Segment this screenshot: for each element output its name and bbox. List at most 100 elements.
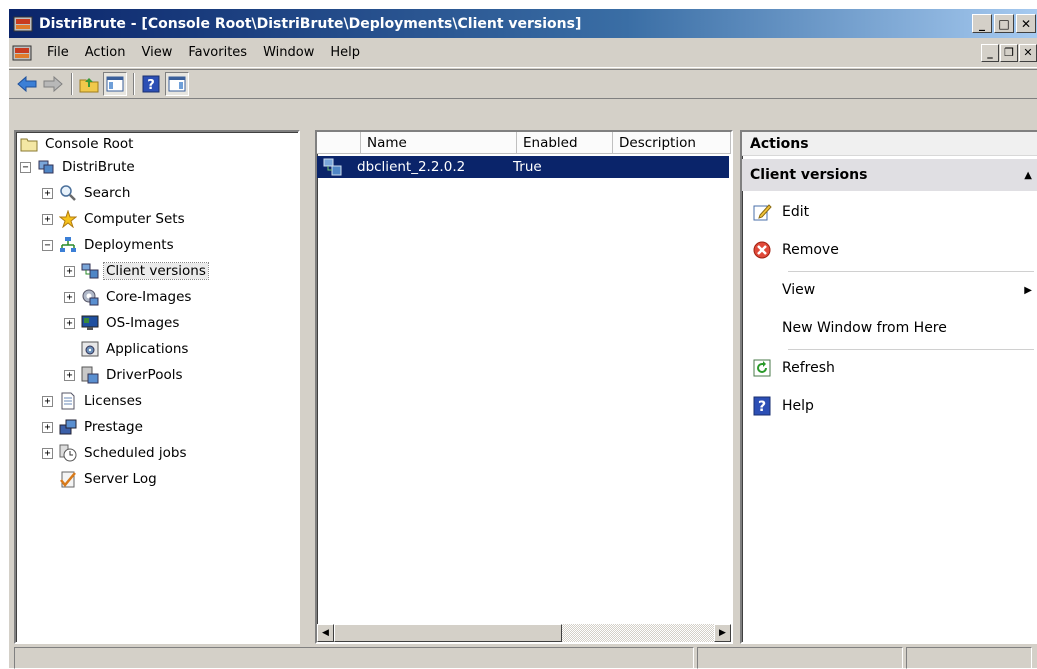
menu-file[interactable]: File xyxy=(39,45,77,60)
column-header-enabled[interactable]: Enabled xyxy=(517,132,613,154)
expand-icon[interactable]: + xyxy=(42,213,53,225)
mdi-close-button[interactable]: ✕ xyxy=(1019,43,1037,62)
action-new-window-from-here[interactable]: New Window from Here xyxy=(742,310,1037,346)
close-button[interactable]: ✕ xyxy=(1016,14,1036,33)
help-icon: ? xyxy=(752,396,772,416)
clock-icon xyxy=(59,444,77,462)
client-package-icon xyxy=(323,158,342,176)
svg-text:?: ? xyxy=(147,78,155,93)
tree-item-server-log[interactable]: Server Log xyxy=(59,468,159,490)
magnifier-icon xyxy=(60,185,76,201)
forward-arrow-icon[interactable] xyxy=(41,72,65,96)
collapse-icon[interactable]: − xyxy=(42,239,53,251)
minimize-button[interactable]: _ xyxy=(972,14,992,33)
document-icon xyxy=(61,392,75,410)
scroll-right-icon[interactable]: ▶ xyxy=(714,624,731,642)
refresh-icon xyxy=(752,358,772,378)
computer-icon xyxy=(59,419,77,435)
scroll-track[interactable] xyxy=(562,624,714,642)
tree-item-licenses[interactable]: + Licenses xyxy=(42,390,144,412)
console-tree[interactable]: Console Root − DistriBrute + Search + Co… xyxy=(14,130,300,644)
action-edit[interactable]: Edit xyxy=(742,194,1037,230)
cell-enabled: True xyxy=(513,159,542,175)
status-panel-main xyxy=(14,647,694,669)
status-panel-3 xyxy=(906,647,1032,669)
deployments-icon xyxy=(60,237,76,252)
back-arrow-icon[interactable] xyxy=(15,72,39,96)
collapse-caret-icon[interactable]: ▲ xyxy=(1024,170,1032,181)
tree-item-driver-pools[interactable]: + DriverPools xyxy=(64,364,185,386)
expand-icon[interactable]: + xyxy=(42,447,53,459)
expand-icon[interactable]: + xyxy=(42,421,53,433)
mmc-window: DistriBrute - [Console Root\DistriBrute\… xyxy=(8,8,1037,669)
column-header-description[interactable]: Description xyxy=(613,132,731,154)
show-hide-action-pane-icon[interactable] xyxy=(165,72,189,96)
menu-window[interactable]: Window xyxy=(255,45,322,60)
app-menu-icon[interactable] xyxy=(11,42,33,64)
window-title: DistriBrute - [Console Root\DistriBrute\… xyxy=(39,15,582,32)
up-folder-icon[interactable] xyxy=(77,72,101,96)
expand-icon[interactable]: + xyxy=(64,291,75,303)
mdi-restore-button[interactable]: ❐ xyxy=(1000,43,1018,62)
tree-item-prestage[interactable]: + Prestage xyxy=(42,416,145,438)
star-icon xyxy=(59,210,77,228)
submenu-arrow-icon: ▶ xyxy=(1024,284,1032,296)
list-header: Name Enabled Description xyxy=(317,132,731,154)
expand-icon[interactable]: + xyxy=(42,187,53,199)
expand-icon[interactable]: + xyxy=(64,369,75,381)
action-refresh[interactable]: Refresh xyxy=(742,350,1037,386)
distribrute-app-icon xyxy=(38,160,54,174)
tree-item-deployments[interactable]: − Deployments xyxy=(42,234,176,256)
horizontal-scrollbar[interactable]: ◀ ▶ xyxy=(317,624,731,642)
table-row[interactable]: dbclient_2.2.0.2 True xyxy=(317,156,729,178)
action-remove[interactable]: Remove xyxy=(742,232,1037,268)
tree-item-os-images[interactable]: + OS-Images xyxy=(64,312,181,334)
edit-pencil-icon xyxy=(752,202,772,222)
applications-icon xyxy=(81,341,99,357)
collapse-icon[interactable]: − xyxy=(20,161,31,173)
action-help[interactable]: ? Help xyxy=(742,388,1037,424)
gear-image-icon xyxy=(82,289,99,306)
toolbar: ? xyxy=(9,69,1037,99)
actions-section-client-versions[interactable]: Client versions ▲ xyxy=(742,159,1037,191)
expand-icon[interactable]: + xyxy=(64,265,75,277)
action-view[interactable]: View ▶ xyxy=(742,272,1037,308)
tree-item-console-root[interactable]: Console Root xyxy=(20,133,135,155)
tree-item-client-versions[interactable]: + Client versions xyxy=(64,260,209,282)
tree-item-scheduled-jobs[interactable]: + Scheduled jobs xyxy=(42,442,189,464)
actions-header: Actions xyxy=(742,132,1037,156)
scroll-thumb[interactable] xyxy=(334,624,562,642)
result-list[interactable]: Name Enabled Description dbclient_2.2.0.… xyxy=(315,130,733,644)
menu-bar: File Action View Favorites Window Help _… xyxy=(9,38,1037,68)
menu-action[interactable]: Action xyxy=(77,45,134,60)
scroll-left-icon[interactable]: ◀ xyxy=(317,624,334,642)
tree-item-core-images[interactable]: + Core-Images xyxy=(64,286,193,308)
monitor-icon xyxy=(81,315,99,330)
tree-item-computer-sets[interactable]: + Computer Sets xyxy=(42,208,187,230)
menu-view[interactable]: View xyxy=(133,45,180,60)
mdi-minimize-button[interactable]: _ xyxy=(981,43,999,62)
tree-item-applications[interactable]: Applications xyxy=(81,338,190,360)
expand-icon[interactable]: + xyxy=(64,317,75,329)
cell-name: dbclient_2.2.0.2 xyxy=(357,159,466,175)
maximize-button[interactable]: □ xyxy=(994,14,1014,33)
log-checkmark-icon xyxy=(60,471,76,488)
menu-favorites[interactable]: Favorites xyxy=(180,45,255,60)
tree-item-distribrute[interactable]: − DistriBrute xyxy=(20,156,137,178)
column-icon-header[interactable] xyxy=(317,132,361,154)
tree-item-search[interactable]: + Search xyxy=(42,182,132,204)
show-hide-tree-icon[interactable] xyxy=(103,72,127,96)
expand-icon[interactable]: + xyxy=(42,395,53,407)
help-icon[interactable]: ? xyxy=(139,72,163,96)
column-header-name[interactable]: Name xyxy=(361,132,517,154)
actions-pane: Actions Client versions ▲ Edit Remove Vi… xyxy=(740,130,1037,644)
client-versions-icon xyxy=(81,263,99,279)
remove-x-icon xyxy=(752,240,772,260)
app-icon xyxy=(13,16,33,31)
driver-pools-icon xyxy=(81,366,99,384)
menu-help[interactable]: Help xyxy=(322,45,368,60)
folder-icon xyxy=(20,138,38,152)
title-bar[interactable]: DistriBrute - [Console Root\DistriBrute\… xyxy=(9,9,1037,38)
status-bar xyxy=(14,647,1037,669)
svg-text:?: ? xyxy=(758,399,766,415)
